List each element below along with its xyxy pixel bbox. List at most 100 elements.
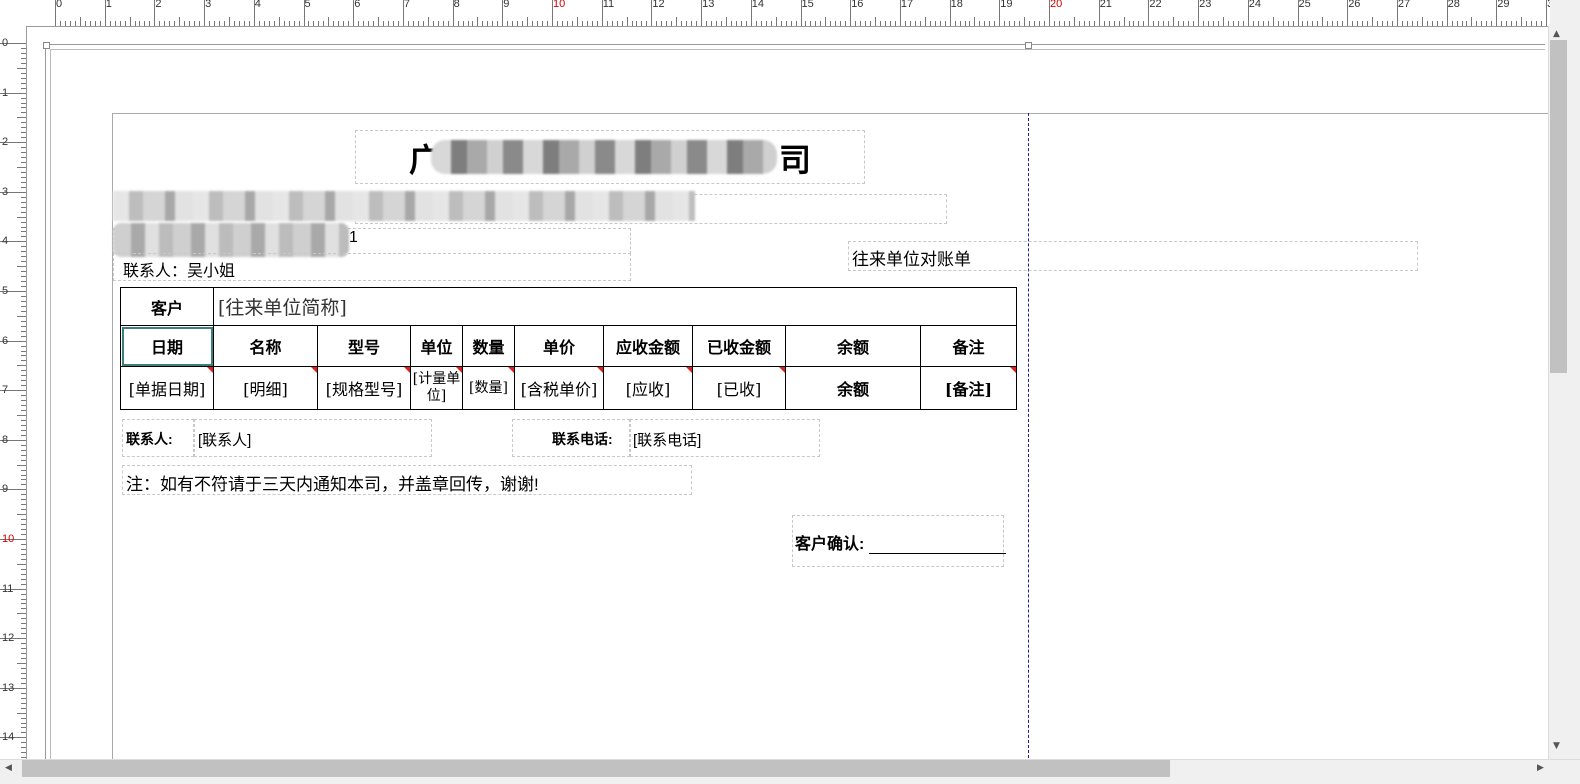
field-cell-date[interactable]: [单据日期] (120, 366, 214, 410)
field-model: [规格型号] (325, 380, 403, 399)
detail-table: 日期 名称 型号 单位 数量 单价 应收金额 已收金额 余额 备注 [单据日期]… (120, 325, 1017, 410)
vruler-label: 0 (2, 37, 9, 49)
page-margin-line (1028, 113, 1029, 759)
header-cell-date[interactable]: 日期 (120, 325, 214, 367)
header-model: 型号 (347, 338, 380, 357)
field-cell-unit[interactable]: [计量单位] (410, 366, 463, 410)
field-cell-name[interactable]: [明细] (213, 366, 318, 410)
vruler-label: 13 (2, 681, 15, 694)
header-cell-balance[interactable]: 余额 (785, 325, 921, 367)
hruler-label: 14 (751, 0, 765, 10)
vruler-label: 14 (2, 731, 15, 744)
hruler-label: 23 (1199, 0, 1212, 10)
header-cell-price[interactable]: 单价 (514, 325, 604, 367)
note-text: 注：如有不符请于三天内通知本司，并盖章回传，谢谢! (126, 475, 539, 494)
customer-label: 客户 (150, 298, 183, 318)
field-cell-qty[interactable]: [数量] (462, 366, 515, 410)
page-top-inner-border (50, 49, 1545, 50)
header-name: 名称 (249, 338, 282, 357)
hruler-label: 21 (1099, 0, 1112, 10)
field-received: [已收] (716, 380, 762, 399)
hruler-label: 3 (205, 0, 212, 10)
vruler-label: 5 (2, 285, 9, 297)
header-cell-model[interactable]: 型号 (317, 325, 411, 367)
hruler-label: 24 (1248, 0, 1262, 10)
customer-field-cell[interactable]: [往来单位简称] (213, 287, 1017, 326)
report-design-canvas[interactable]: 广 司 1 联系人：吴小姐 往来单位对账单 客户 [往来单位简称] 日期 名称 … (27, 27, 1548, 759)
hruler-label: 12 (652, 0, 665, 10)
footer-contact-field: [联系人] (198, 432, 252, 449)
field-marker-icon (404, 367, 410, 373)
header-cell-unit[interactable]: 单位 (410, 325, 463, 367)
hruler-label: 19 (1000, 0, 1013, 10)
hruler-label: 27 (1397, 0, 1411, 10)
scroll-left-icon[interactable]: ◀ (5, 763, 12, 773)
field-marker-icon (597, 367, 603, 373)
vruler-label: 9 (2, 483, 9, 496)
field-cell-receivable[interactable]: [应收] (603, 366, 693, 410)
header-qty: 数量 (472, 338, 505, 357)
horizontal-scroll-thumb[interactable] (22, 760, 1170, 777)
field-cell-remark[interactable]: [备注] (920, 366, 1017, 410)
page-left-inner-border (50, 49, 51, 759)
field-cell-model[interactable]: [规格型号] (317, 366, 411, 410)
customer-label-cell[interactable]: 客户 (120, 287, 214, 326)
field-remark: [备注] (944, 380, 993, 399)
header-cell-qty[interactable]: 数量 (462, 325, 515, 367)
field-marker-icon (456, 367, 462, 373)
hruler-label: 13 (702, 0, 715, 10)
hruler-label: 6 (354, 0, 361, 10)
vruler-label: 8 (2, 433, 9, 446)
field-receivable: [应收] (625, 380, 671, 399)
field-marker-icon (311, 367, 317, 373)
horizontal-ruler: 0 1 2 3 4 5 6 7 8 9 10 11 12 13 14 15 16 17 18 19 20 21 22 23 24… (0, 0, 1550, 27)
vruler-label: 4 (2, 235, 9, 248)
hruler-label: 18 (950, 0, 963, 10)
field-price: [含税单价] (520, 380, 598, 399)
field-unit: [计量单位] (412, 371, 461, 404)
hruler-label: 11 (602, 0, 615, 10)
field-cell-received[interactable]: [已收] (692, 366, 786, 410)
customer-field: [往来单位简称] (218, 297, 347, 319)
address-redacted (113, 191, 695, 221)
header-cell-receivable[interactable]: 应收金额 (603, 325, 693, 367)
hruler-label: 2 (155, 0, 162, 10)
scroll-up-icon[interactable]: ▲ (1553, 29, 1560, 39)
header-unit: 单位 (420, 338, 453, 357)
header-cell-name[interactable]: 名称 (213, 325, 318, 367)
vruler-label: 3 (2, 185, 9, 198)
field-marker-icon (207, 367, 213, 373)
scroll-right-icon[interactable]: ▶ (1537, 763, 1544, 773)
vruler-label: 2 (2, 136, 9, 149)
header-cell-remark[interactable]: 备注 (920, 325, 1017, 367)
header-cell-received[interactable]: 已收金额 (692, 325, 786, 367)
header-balance: 余额 (836, 338, 869, 357)
field-cell-balance[interactable]: 余额 (785, 366, 921, 410)
footer-contact-label: 联系人: (126, 431, 173, 447)
field-cell-price[interactable]: [含税单价] (514, 366, 604, 410)
vruler-label: 1 (2, 86, 9, 99)
header-receivable: 应收金额 (615, 338, 680, 357)
field-name: [明细] (243, 380, 288, 399)
footer-phone-label: 联系电话: (552, 431, 613, 447)
hruler-label: 28 (1447, 0, 1460, 10)
page-handle-left[interactable] (43, 42, 50, 49)
scroll-down-icon[interactable]: ▼ (1553, 741, 1560, 751)
customer-table: 客户 [往来单位简称] (120, 287, 1017, 326)
header-price: 单价 (542, 338, 575, 357)
header-received: 已收金额 (706, 338, 771, 357)
vertical-scroll-thumb[interactable] (1550, 40, 1567, 373)
hruler-label: 16 (851, 0, 864, 10)
field-date: [单据日期] (128, 380, 206, 399)
hruler-label: 20 (1050, 0, 1063, 10)
hruler-label: 5 (304, 0, 311, 10)
page-handle-mid[interactable] (1025, 42, 1032, 49)
address-tail-text: 1 (349, 229, 358, 246)
vruler-label: 11 (2, 582, 14, 595)
page-left-border (45, 44, 46, 759)
hruler-label: 26 (1348, 0, 1361, 10)
confirm-label: 客户确认: (795, 536, 865, 553)
signature-line (869, 553, 1006, 554)
hruler-label: 15 (801, 0, 814, 10)
field-balance: 余额 (836, 380, 869, 399)
